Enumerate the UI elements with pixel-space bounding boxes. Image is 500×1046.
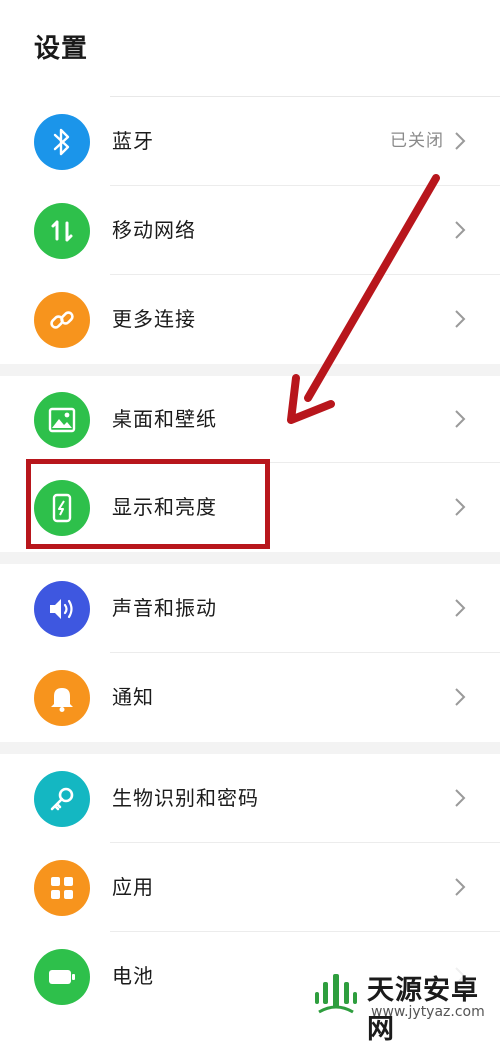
- chevron-right-icon: [455, 878, 466, 896]
- settings-item-apps[interactable]: 应用: [0, 843, 500, 932]
- chevron-right-icon: [455, 789, 466, 807]
- settings-item-bluetooth[interactable]: 蓝牙 已关闭: [0, 97, 500, 186]
- settings-item-value: 已关闭: [390, 131, 444, 151]
- battery-icon: [34, 949, 90, 1005]
- watermark-url: www.jytyaz.com: [371, 1004, 485, 1020]
- group-gap: [0, 364, 500, 376]
- android-logo-icon: [315, 974, 357, 1014]
- chevron-right-icon: [455, 132, 466, 150]
- page-title: 设置: [34, 34, 89, 64]
- settings-item-label: 蓝牙: [112, 129, 154, 153]
- watermark: 天源安卓网 www.jytyaz.com: [305, 958, 500, 1045]
- chevron-right-icon: [455, 599, 466, 617]
- chevron-right-icon: [455, 688, 466, 706]
- settings-item-label: 通知: [112, 685, 154, 709]
- bell-icon: [34, 670, 90, 726]
- settings-item-more-connections[interactable]: 更多连接: [0, 275, 500, 364]
- link-icon: [34, 292, 90, 348]
- group-gap: [0, 552, 500, 564]
- apps-icon: [34, 860, 90, 916]
- settings-item-sound-vibration[interactable]: 声音和振动: [0, 564, 500, 653]
- settings-item-label: 声音和振动: [112, 596, 217, 620]
- settings-item-wallpaper[interactable]: 桌面和壁纸: [0, 376, 500, 463]
- mobile-data-icon: [34, 203, 90, 259]
- settings-group-connectivity: 蓝牙 已关闭 移动网络 更多连接: [0, 97, 500, 364]
- settings-item-label: 生物识别和密码: [112, 786, 259, 810]
- bluetooth-icon: [34, 114, 90, 170]
- settings-item-notifications[interactable]: 通知: [0, 653, 500, 742]
- settings-item-label: 应用: [112, 875, 154, 899]
- settings-item-mobile-network[interactable]: 移动网络: [0, 186, 500, 275]
- key-icon: [34, 771, 90, 827]
- group-gap: [0, 742, 500, 754]
- settings-item-label: 更多连接: [112, 307, 196, 331]
- settings-item-label: 移动网络: [112, 218, 196, 242]
- chevron-right-icon: [455, 498, 466, 516]
- wallpaper-icon: [34, 392, 90, 448]
- highlight-box: [26, 459, 270, 549]
- sound-icon: [34, 581, 90, 637]
- settings-item-label: 桌面和壁纸: [112, 407, 217, 431]
- chevron-right-icon: [455, 310, 466, 328]
- chevron-right-icon: [455, 221, 466, 239]
- settings-item-label: 电池: [112, 964, 154, 988]
- settings-group-sound: 声音和振动 通知: [0, 564, 500, 742]
- chevron-right-icon: [455, 410, 466, 428]
- settings-item-biometrics-password[interactable]: 生物识别和密码: [0, 754, 500, 843]
